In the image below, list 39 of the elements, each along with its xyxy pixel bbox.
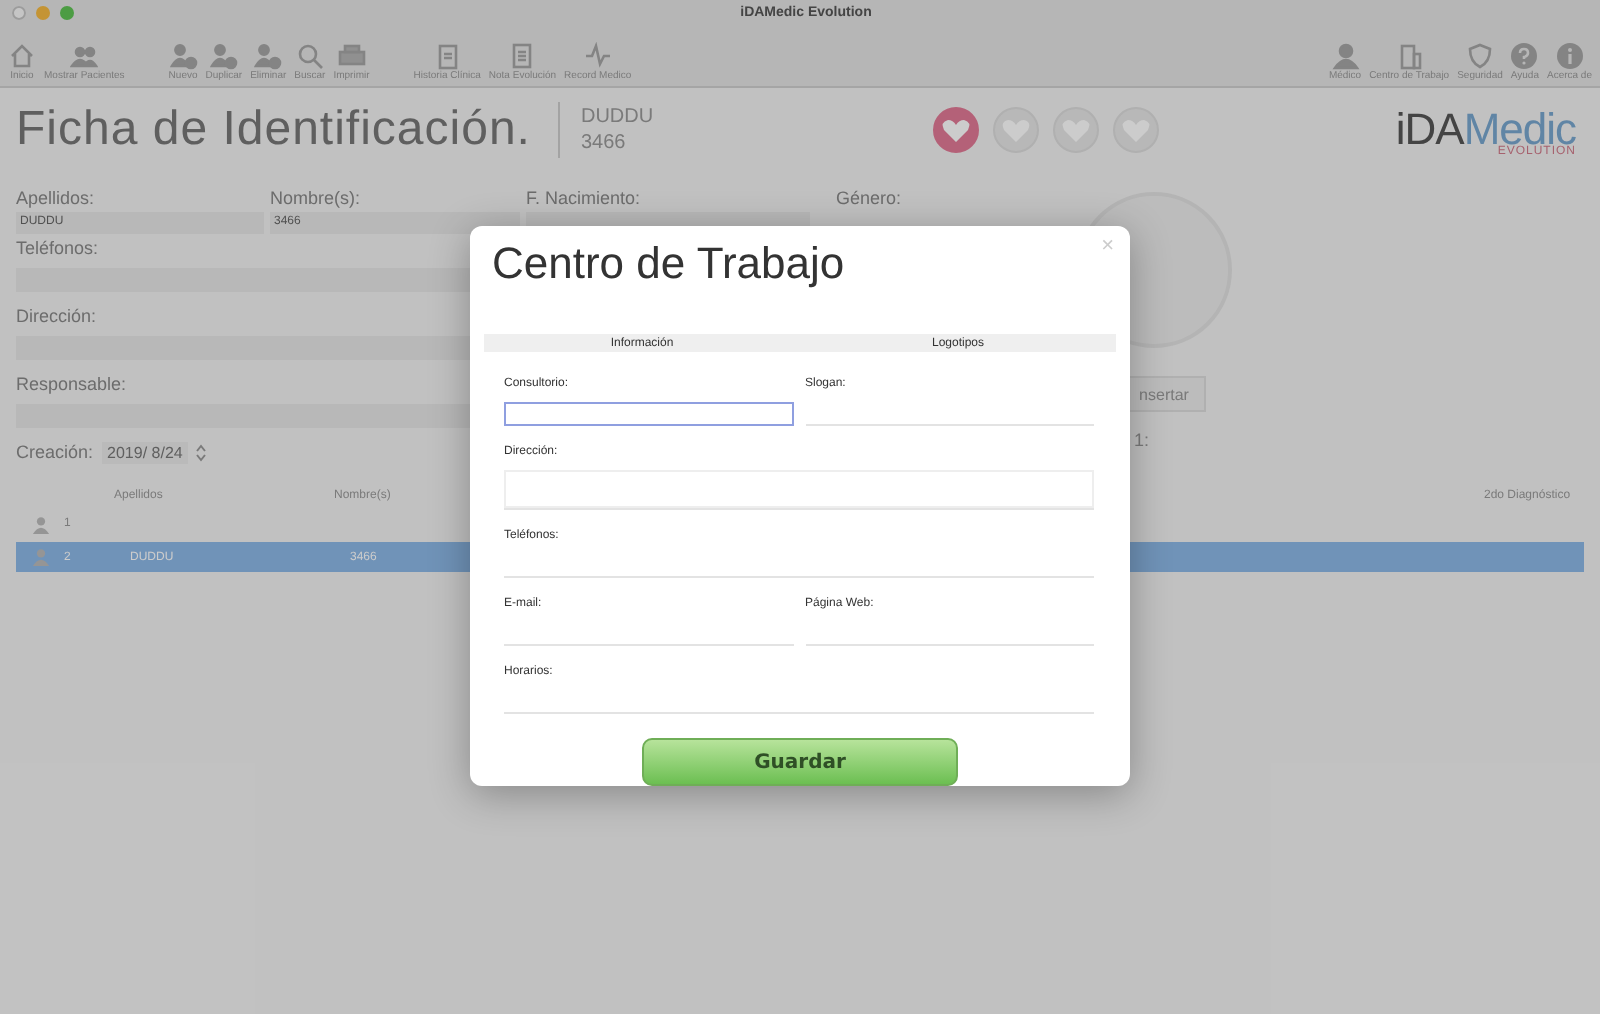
info-icon (1555, 42, 1584, 70)
clipboard-icon (433, 42, 462, 70)
person-icon (32, 515, 50, 533)
search-icon (295, 42, 324, 70)
field-label: Creación: (16, 440, 94, 466)
dialog-title: Centro de Trabajo (492, 238, 845, 292)
pulse-icon (583, 42, 612, 70)
minimize-window-icon[interactable] (36, 5, 50, 19)
home-icon (8, 42, 36, 70)
field-label: Responsable: (16, 372, 127, 398)
date-field[interactable]: 2019/ 8/24 (101, 441, 189, 463)
stepper-icon[interactable] (196, 443, 207, 461)
field-label: Género: (836, 186, 902, 212)
field-label: Dirección: (16, 304, 97, 330)
help-icon (1510, 42, 1539, 70)
building-icon (1395, 42, 1424, 70)
patient-name: DUDDU (580, 104, 656, 130)
close-window-icon[interactable] (12, 5, 26, 19)
document-icon (508, 42, 537, 70)
shield-icon (1465, 42, 1494, 70)
page-title: Ficha de Identificación. (16, 102, 531, 158)
person-add-icon (169, 42, 198, 70)
input-field[interactable] (504, 402, 793, 427)
field-label: Nombre(s): (270, 186, 361, 212)
patient-id: 3466 (580, 130, 628, 156)
field-label: Apellidos: (16, 186, 95, 212)
field-label: Teléfonos: (16, 236, 99, 262)
printer-icon (337, 42, 366, 70)
counter-text: 1: (1134, 430, 1150, 450)
person-check-icon (209, 42, 238, 70)
people-icon (70, 42, 99, 70)
field-label: F. Nacimiento: (526, 186, 641, 212)
close-icon[interactable]: × (1101, 236, 1114, 258)
zoom-window-icon[interactable] (60, 5, 74, 19)
person-icon (32, 548, 50, 566)
person-remove-icon (254, 42, 283, 70)
save-button[interactable]: Guardar (642, 738, 958, 787)
heart-rating-icon[interactable] (932, 106, 981, 154)
person-icon (1331, 42, 1359, 70)
